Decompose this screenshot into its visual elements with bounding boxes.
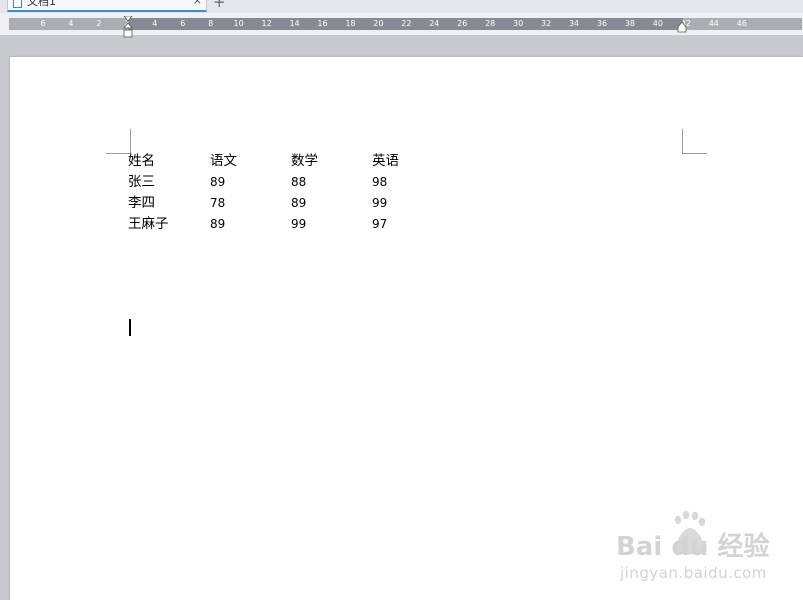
ruler-tick-label: 44 (708, 19, 719, 28)
ruler-tick-label: 16 (317, 19, 328, 28)
table-row: 姓名 语文 数学 英语 (128, 151, 432, 172)
ruler-tick-label: 2 (96, 19, 102, 28)
ruler-tick-label: 24 (429, 19, 440, 28)
ruler-tick-label: 12 (261, 19, 272, 28)
document-page[interactable]: 姓名 语文 数学 英语 张三 89 88 98 李四 78 89 99 王麻子 … (10, 57, 803, 600)
ruler-tick-label: 38 (624, 19, 636, 28)
document-tab-bar: 文档1 × + (0, 0, 803, 13)
table-cell: 97 (372, 217, 388, 231)
table-cell: 98 (372, 175, 388, 189)
new-tab-plus-icon[interactable]: + (213, 0, 226, 10)
table-cell: 数学 (291, 153, 318, 169)
close-tab-icon[interactable]: × (193, 0, 202, 8)
table-cell: 89 (210, 175, 226, 189)
right-indent-marker-icon[interactable] (677, 16, 687, 33)
document-icon (13, 0, 22, 8)
table-cell: 李四 (128, 195, 155, 211)
left-indent-marker-icon[interactable] (123, 16, 133, 38)
ruler-tick-label: 34 (568, 19, 580, 28)
ruler-tick-label: 46 (736, 19, 747, 28)
table-row: 李四 78 89 99 (128, 193, 432, 214)
ruler-tick-label: 30 (513, 19, 524, 28)
ruler-tick-label: 6 (180, 19, 186, 28)
ruler-tick-label: 18 (345, 19, 356, 28)
margin-corner-top-right (682, 129, 707, 154)
table-row: 王麻子 89 99 97 (128, 214, 432, 235)
ruler-tick-label: 22 (401, 19, 412, 28)
table-cell: 语文 (210, 153, 237, 169)
ruler-tick-label: 40 (652, 19, 663, 28)
ruler-tick-label: 4 (152, 19, 158, 28)
table-cell: 英语 (372, 153, 399, 169)
table-cell: 88 (291, 175, 307, 189)
ruler-tick-label: 20 (373, 19, 384, 28)
ruler-tick-label: 10 (233, 19, 244, 28)
table-row: 张三 89 88 98 (128, 172, 432, 193)
table-cell: 89 (210, 217, 226, 231)
ruler-tick-label: 36 (596, 19, 608, 28)
ruler-tick-label: 6 (40, 19, 46, 28)
table-cell: 99 (291, 217, 307, 231)
ruler-tick-label: 14 (289, 19, 300, 28)
ruler-tick-label: 4 (68, 19, 74, 28)
table-cell: 王麻子 (128, 216, 169, 232)
ruler-tick-label: 32 (541, 19, 552, 28)
text-cursor (129, 319, 131, 336)
ruler-tick-label: 26 (457, 19, 468, 28)
document-tab[interactable]: 文档1 × (7, 0, 207, 12)
table-cell: 89 (291, 196, 307, 210)
ruler-tick-label: 8 (208, 19, 214, 28)
table-cell: 姓名 (128, 153, 155, 169)
table-cell: 99 (372, 196, 388, 210)
score-table: 姓名 语文 数学 英语 张三 89 88 98 李四 78 89 99 王麻子 … (128, 151, 432, 235)
table-cell: 78 (210, 196, 226, 210)
ruler-tick-label: 28 (485, 19, 496, 28)
table-cell: 张三 (128, 174, 155, 190)
writer-app-window: 文档1 × + 6 4 2 2 4 6 8 10 12 14 16 18 20 22 24 26 28 30 32 3… (0, 0, 803, 600)
document-tab-title: 文档1 (27, 0, 56, 8)
